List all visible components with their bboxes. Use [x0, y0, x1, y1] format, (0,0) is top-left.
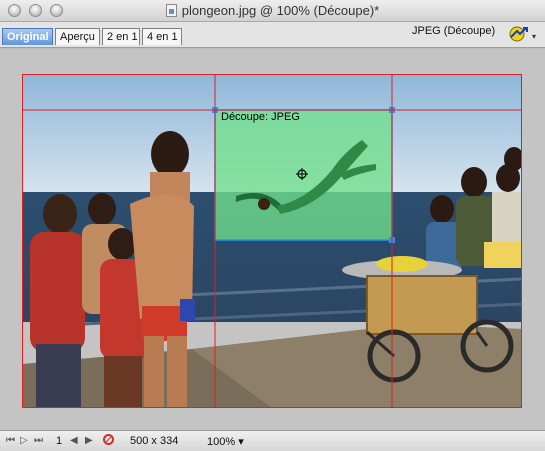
- format-label: JPEG (Découpe): [412, 25, 496, 37]
- zoom-value: 100%: [207, 436, 236, 448]
- document-icon: [165, 4, 177, 17]
- photo-image: Découpe: JPEG: [22, 74, 522, 408]
- zoom-select[interactable]: 100% ▾: [207, 435, 244, 448]
- title-bar: plongeon.jpg @ 100% (Découpe)*: [0, 0, 545, 22]
- first-frame-icon[interactable]: ⏮: [6, 435, 15, 446]
- next-page-icon[interactable]: ▶: [85, 435, 93, 446]
- play-icon[interactable]: ▷: [20, 435, 28, 446]
- status-bar: ⏮ ▷ ⏭ 1 ◀ ▶ 500 x 334 100% ▾: [0, 430, 545, 451]
- tab-4-en-1[interactable]: 4 en 1: [142, 28, 182, 45]
- tab-apercu[interactable]: Aperçu: [55, 28, 100, 45]
- next-frame-icon[interactable]: ⏭: [34, 435, 43, 446]
- stop-icon[interactable]: [103, 434, 114, 445]
- image-dimensions: 500 x 334: [130, 435, 179, 447]
- tab-2-en-1[interactable]: 2 en 1: [102, 28, 140, 45]
- document-canvas[interactable]: Découpe: JPEG: [0, 49, 545, 430]
- previous-page-icon[interactable]: ◀: [70, 435, 78, 446]
- chevron-down-icon[interactable]: ▾: [532, 32, 536, 41]
- optimize-arrow-icon[interactable]: [507, 24, 531, 44]
- slice-label: Découpe: JPEG: [221, 111, 300, 123]
- window-title: plongeon.jpg @ 100% (Découpe)*: [181, 3, 380, 18]
- frame-number: 1: [56, 435, 63, 447]
- view-tab-bar: Original Aperçu 2 en 1 4 en 1 JPEG (Déco…: [0, 22, 545, 48]
- tab-original[interactable]: Original: [2, 28, 53, 45]
